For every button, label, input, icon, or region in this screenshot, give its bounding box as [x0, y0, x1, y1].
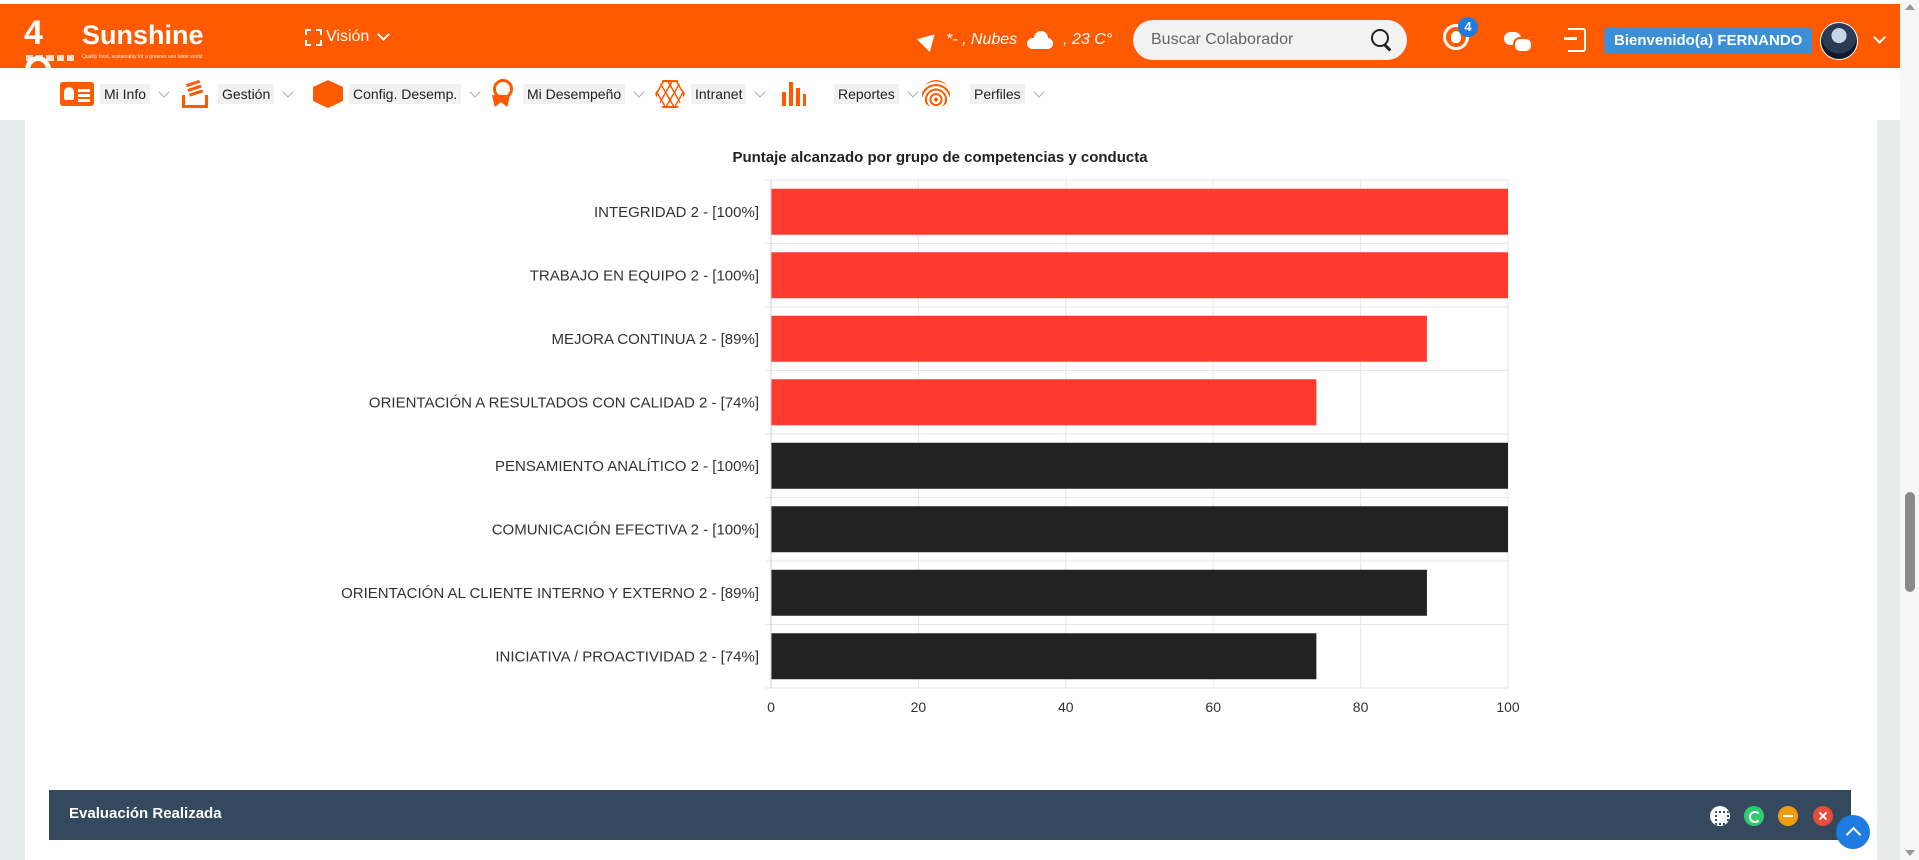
minimize-button[interactable]	[1778, 806, 1798, 826]
bar	[771, 569, 1427, 616]
menu-label: Mi Desempeño	[523, 84, 626, 104]
chevron-down-icon	[282, 85, 294, 98]
expand-icon	[305, 28, 322, 46]
chevron-down-icon	[377, 28, 391, 41]
category-label: PENSAMIENTO ANALÍTICO 2 - [100%]	[495, 458, 759, 475]
x-tick-label: 0	[767, 699, 775, 715]
weather-widget: *- , Nubes , 23 C°	[916, 27, 1113, 53]
bar	[771, 188, 1508, 235]
menu-item-perfiles[interactable]: Perfiles	[922, 80, 1045, 108]
logout-icon[interactable]	[1564, 28, 1586, 52]
scrollbar-thumb[interactable]	[1905, 492, 1915, 592]
category-label: INICIATIVA / PROACTIVIDAD 2 - [74%]	[495, 648, 759, 665]
weather-text: *- , Nubes	[946, 31, 1018, 48]
x-tick-label: 100	[1496, 699, 1520, 715]
menu-label: Perfiles	[970, 84, 1025, 104]
fullscreen-button[interactable]	[1710, 806, 1730, 826]
logo-number: 4	[24, 14, 43, 52]
bar-chart: INTEGRIDAD 2 - [100%] TRABAJO EN EQUIPO 2…	[341, 179, 1520, 715]
menu-label: Mi Info	[100, 84, 151, 104]
menu-item-gestion[interactable]: Gestión	[180, 80, 294, 108]
main-content: Puntaje alcanzado por grupo de competenc…	[0, 120, 1900, 860]
menu-item-mi-desempeno[interactable]: Mi Desempeño	[489, 79, 645, 109]
category-label: ORIENTACIÓN A RESULTADOS CON CALIDAD 2 -…	[369, 394, 759, 411]
chevron-down-icon	[633, 85, 645, 98]
menu-item-intranet[interactable]: Intranet	[655, 80, 767, 108]
chevron-down-icon	[907, 85, 919, 98]
bar-chart-icon	[782, 82, 806, 106]
menu-item-mi-info[interactable]: Mi Info	[60, 82, 170, 106]
top-bar: 4 Sunshine Quality food, sustainably for…	[0, 4, 1900, 85]
category-label: MEJORA CONTINUA 2 - [89%]	[551, 331, 759, 348]
network-icon	[655, 80, 685, 108]
menu-label: Intranet	[691, 84, 747, 104]
cloud-icon	[1025, 31, 1055, 49]
menu-label: Config. Desemp.	[349, 84, 462, 104]
menu-label: Reportes	[834, 84, 899, 104]
bar	[771, 442, 1508, 489]
x-tick-label: 80	[1353, 699, 1369, 715]
menu-item-config-desemp[interactable]: Config. Desemp.	[313, 80, 481, 108]
category-label: ORIENTACIÓN AL CLIENTE INTERNO Y EXTERNO…	[341, 585, 759, 602]
scroll-down-icon[interactable]	[1905, 850, 1915, 856]
welcome-badge[interactable]: Bienvenido(a) FERNANDO	[1604, 28, 1813, 54]
bar	[771, 506, 1508, 553]
chevron-down-icon	[1033, 85, 1045, 98]
medal-icon	[489, 79, 513, 109]
scroll-up-icon[interactable]	[1905, 4, 1915, 10]
logo-brand: Sunshine	[82, 20, 204, 50]
bar	[771, 379, 1317, 426]
search-input[interactable]	[1151, 20, 1361, 60]
evaluation-panel-header: Evaluación Realizada	[49, 790, 1851, 840]
chevron-down-icon[interactable]	[1873, 31, 1886, 44]
vision-dropdown[interactable]: Visión	[305, 26, 392, 48]
bar	[771, 252, 1508, 299]
vision-label: Visión	[326, 28, 370, 45]
menu-label: Gestión	[218, 84, 275, 104]
id-card-icon	[60, 82, 94, 106]
page-scrollbar[interactable]	[1900, 0, 1919, 860]
fingerprint-icon	[922, 80, 950, 108]
bar	[771, 315, 1427, 362]
x-tick-label: 60	[1205, 699, 1221, 715]
x-tick-label: 40	[1058, 699, 1074, 715]
box-icon	[313, 80, 343, 108]
refresh-button[interactable]	[1744, 806, 1764, 826]
menu-item-reportes[interactable]: Reportes	[782, 82, 919, 106]
chevron-down-icon	[469, 85, 481, 98]
search-box	[1133, 20, 1407, 60]
category-label: COMUNICACIÓN EFECTIVA 2 - [100%]	[492, 521, 759, 538]
logo-tagline: Quality food, sustainably for a greener …	[82, 54, 203, 60]
close-button[interactable]	[1813, 806, 1833, 826]
x-tick-label: 20	[911, 699, 927, 715]
category-label: TRABAJO EN EQUIPO 2 - [100%]	[530, 267, 759, 284]
category-label: INTEGRIDAD 2 - [100%]	[594, 204, 759, 221]
main-menu: Mi Info Gestión Config. Desemp. Mi Desem…	[0, 68, 1900, 120]
scroll-to-top-button[interactable]	[1836, 815, 1870, 849]
stack-icon	[180, 80, 208, 108]
chevron-down-icon	[158, 85, 170, 98]
chevron-down-icon	[754, 85, 767, 98]
bar	[771, 633, 1317, 680]
chat-icon[interactable]	[1504, 30, 1533, 53]
location-arrow-icon	[916, 27, 942, 53]
temperature: , 23 C°	[1063, 31, 1113, 48]
panel-title: Evaluación Realizada	[69, 805, 222, 822]
search-icon[interactable]	[1371, 29, 1393, 51]
notification-badge: 4	[1458, 17, 1478, 37]
avatar[interactable]	[1820, 22, 1858, 60]
